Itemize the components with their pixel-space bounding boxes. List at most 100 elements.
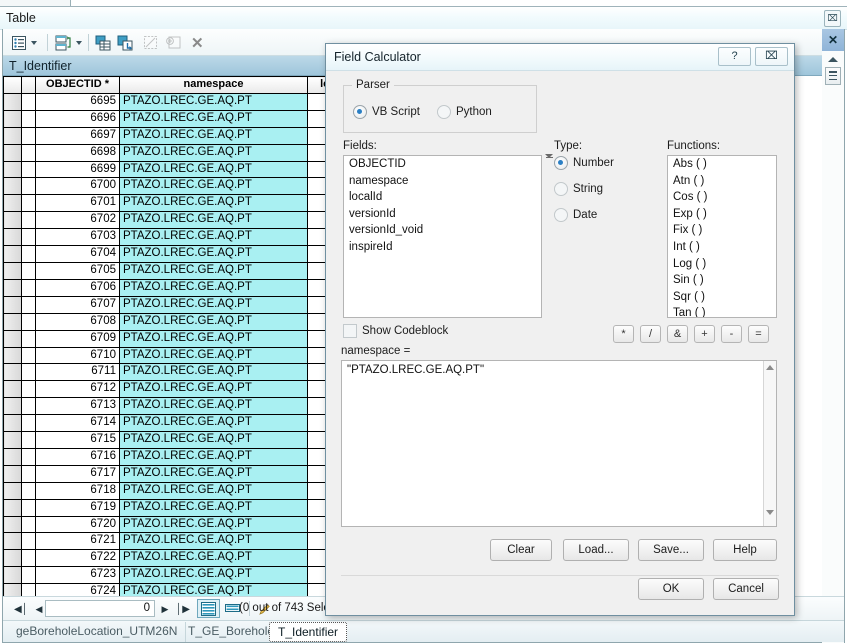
select-by-attributes-button[interactable] [95,33,112,52]
row-select-cell[interactable] [3,363,22,382]
show-all-records-button[interactable] [197,599,220,618]
cell-namespace[interactable]: PTAZO.LREC.GE.AQ.PT [119,228,308,247]
functions-list-item[interactable]: Abs ( ) [668,156,776,173]
cell-objectid[interactable]: 6720 [35,515,120,534]
col-header-objectid[interactable]: OBJECTID * [35,76,120,94]
cell-objectid[interactable]: 6713 [35,397,120,416]
radio-type-string[interactable]: String [554,182,603,196]
cell-objectid[interactable]: 6718 [35,481,120,500]
cell-namespace[interactable]: PTAZO.LREC.GE.AQ.PT [119,160,308,179]
fields-list-item[interactable]: OBJECTID [344,156,541,173]
cell-objectid[interactable]: 6707 [35,295,120,314]
table-row[interactable]: 6703PTAZO.LREC.GE.AQ.PT1 [3,228,368,247]
fields-list-item[interactable]: localId [344,189,541,206]
cell-namespace[interactable]: PTAZO.LREC.GE.AQ.PT [119,295,308,314]
ok-button[interactable]: OK [638,578,704,600]
current-record-input[interactable]: 0 [45,600,155,617]
clear-selection-button[interactable] [165,33,181,52]
tab-geboreholelocation-utm26n[interactable]: geBoreholeLocation_UTM26N [7,622,187,642]
functions-list-item[interactable]: Atn ( ) [668,173,776,190]
cell-namespace[interactable]: PTAZO.LREC.GE.AQ.PT [119,346,308,365]
cell-objectid[interactable]: 6697 [35,126,120,145]
cell-objectid[interactable]: 6712 [35,380,120,399]
row-select-cell[interactable] [3,498,22,517]
table-row[interactable]: 6721PTAZO.LREC.GE.AQ.PT3 [3,532,368,551]
col-header-select[interactable] [3,76,22,94]
radio-vb-script[interactable]: VB Script [353,105,420,119]
row-select-cell[interactable] [3,211,22,230]
radio-type-number[interactable]: Number [554,156,614,170]
cell-objectid[interactable]: 6706 [35,278,120,297]
table-row[interactable]: 6719PTAZO.LREC.GE.AQ.PT3 [3,498,368,517]
radio-python[interactable]: Python [437,105,492,119]
cell-namespace[interactable]: PTAZO.LREC.GE.AQ.PT [119,143,308,162]
cell-objectid[interactable]: 6708 [35,312,120,331]
table-row[interactable]: 6700PTAZO.LREC.GE.AQ.PT1 [3,177,368,196]
cell-objectid[interactable]: 6716 [35,447,120,466]
row-select-cell[interactable] [3,549,22,568]
functions-list-item[interactable]: Exp ( ) [668,206,776,223]
next-record-button[interactable]: ▶ [159,601,171,617]
show-codeblock-checkbox[interactable]: Show Codeblock [343,324,448,338]
cell-namespace[interactable]: PTAZO.LREC.GE.AQ.PT [119,464,308,483]
row-select-cell[interactable] [3,245,22,263]
cell-namespace[interactable]: PTAZO.LREC.GE.AQ.PT [119,481,308,500]
row-select-cell[interactable] [3,397,22,416]
table-row[interactable]: 6723PTAZO.LREC.GE.AQ.PT3 [3,566,368,585]
fields-list-item[interactable]: versionId [344,206,541,223]
table-options-caret-icon[interactable] [31,40,37,45]
table-row[interactable]: 6696PTAZO.LREC.GE.AQ.PT8 [3,109,368,128]
cell-objectid[interactable]: 6710 [35,346,120,365]
row-select-cell[interactable] [3,228,22,247]
row-select-cell[interactable] [3,431,22,449]
operator-minus-button[interactable]: - [721,325,742,343]
expression-scroll-up-icon[interactable] [766,365,774,370]
cell-objectid[interactable]: 6717 [35,464,120,483]
cell-namespace[interactable]: PTAZO.LREC.GE.AQ.PT [119,447,308,466]
cell-objectid[interactable]: 6696 [35,109,120,128]
cell-namespace[interactable]: PTAZO.LREC.GE.AQ.PT [119,363,308,382]
row-select-cell[interactable] [3,380,22,399]
cell-objectid[interactable]: 6721 [35,532,120,551]
cell-namespace[interactable]: PTAZO.LREC.GE.AQ.PT [119,177,308,196]
table-options-button[interactable] [11,33,37,52]
table-row[interactable]: 6698PTAZO.LREC.GE.AQ.PT1 [3,143,368,162]
switch-selection-button[interactable] [117,33,134,52]
cell-objectid[interactable]: 6701 [35,194,120,213]
fields-listbox[interactable]: OBJECTID namespace localId versionId version… [343,155,542,318]
table-row[interactable]: 6708PTAZO.LREC.GE.AQ.PT2 [3,312,368,331]
cell-objectid[interactable]: 6715 [35,431,120,449]
cell-namespace[interactable]: PTAZO.LREC.GE.AQ.PT [119,498,308,517]
fields-dropdown-caret-icon[interactable] [545,154,554,172]
cell-objectid[interactable]: 6714 [35,414,120,433]
cell-namespace[interactable]: PTAZO.LREC.GE.AQ.PT [119,194,308,213]
row-select-cell[interactable] [3,566,22,585]
functions-listbox[interactable]: Abs ( ) Atn ( ) Cos ( ) Exp ( ) Fix ( ) Int (… [667,155,777,318]
functions-list-item[interactable]: Cos ( ) [668,189,776,206]
table-row[interactable]: 6714PTAZO.LREC.GE.AQ.PT3 [3,414,368,433]
row-select-cell[interactable] [3,346,22,365]
operator-multiply-button[interactable]: * [613,325,634,343]
table-row[interactable]: 6715PTAZO.LREC.GE.AQ.PT3 [3,431,368,449]
table-row[interactable]: 6713PTAZO.LREC.GE.AQ.PT2 [3,397,368,416]
operator-plus-button[interactable]: + [694,325,715,343]
table-row[interactable]: 6705PTAZO.LREC.GE.AQ.PT2 [3,261,368,280]
cell-namespace[interactable]: PTAZO.LREC.GE.AQ.PT [119,397,308,416]
functions-list-item[interactable]: Tan ( ) [668,305,776,317]
row-select-cell[interactable] [3,143,22,162]
cell-objectid[interactable]: 6699 [35,160,120,179]
operator-divide-button[interactable]: / [640,325,661,343]
expression-scrollbar[interactable] [763,361,776,526]
table-row[interactable]: 6709PTAZO.LREC.GE.AQ.PT2 [3,329,368,348]
col-header-namespace[interactable]: namespace [119,76,308,94]
table-row[interactable]: 6716PTAZO.LREC.GE.AQ.PT3 [3,447,368,466]
table-row[interactable]: 6695PTAZO.LREC.GE.AQ.PT6 [3,92,368,111]
cell-objectid[interactable]: 6705 [35,261,120,280]
functions-list-item[interactable]: Log ( ) [668,256,776,273]
last-record-button[interactable]: │▶ [176,601,190,617]
dialog-help-icon[interactable]: ? [718,47,751,66]
functions-list-item[interactable]: Sin ( ) [668,272,776,289]
scroll-up-caret-icon[interactable] [828,57,838,62]
table-row[interactable]: 6702PTAZO.LREC.GE.AQ.PT1 [3,211,368,230]
cell-namespace[interactable]: PTAZO.LREC.GE.AQ.PT [119,109,308,128]
